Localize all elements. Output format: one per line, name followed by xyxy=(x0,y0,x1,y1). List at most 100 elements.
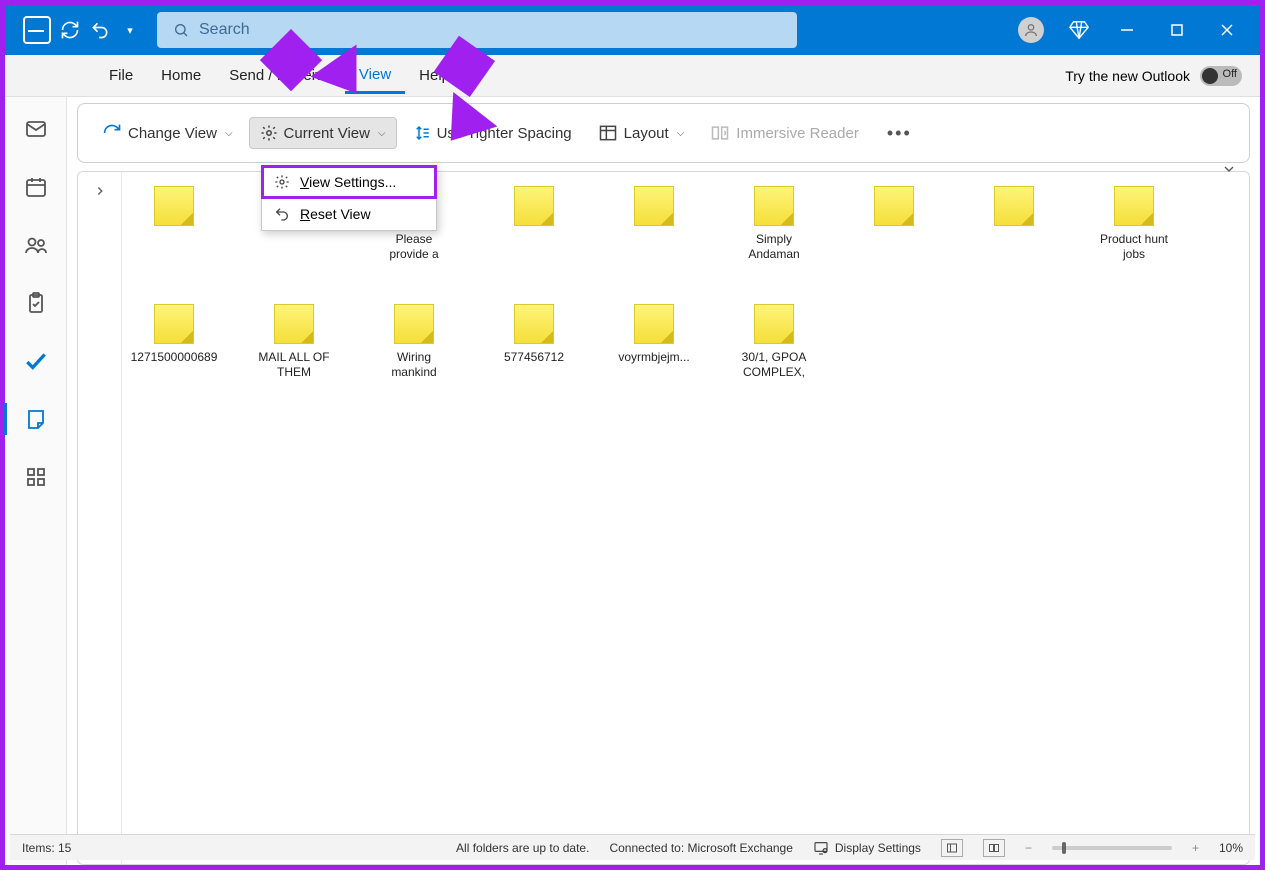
note-item[interactable] xyxy=(498,186,570,264)
note-label: 1271500000689 xyxy=(131,350,218,365)
note-label: voyrmbjejm... xyxy=(618,350,689,365)
qat-dropdown-icon[interactable]: ▾ xyxy=(119,19,141,41)
titlebar-left: ▾ xyxy=(5,16,141,44)
reading-view-button[interactable] xyxy=(983,839,1005,857)
note-item[interactable]: 30/1, GPOA COMPLEX, xyxy=(738,304,810,380)
sticky-note-icon xyxy=(754,304,794,344)
search-input[interactable]: Search xyxy=(157,12,797,48)
sticky-note-icon xyxy=(994,186,1034,226)
sticky-note-icon xyxy=(634,186,674,226)
mail-icon[interactable] xyxy=(22,115,50,143)
titlebar-right xyxy=(1018,17,1260,43)
main-panel: Change View ⌵ Current View ⌵ Use Tighter… xyxy=(67,97,1260,865)
display-settings-button[interactable]: Display Settings xyxy=(813,840,921,856)
note-item[interactable]: 577456712 xyxy=(498,304,570,380)
note-item[interactable]: MAIL ALL OF THEM xyxy=(258,304,330,380)
note-label: 30/1, GPOA COMPLEX, xyxy=(738,350,810,380)
try-new-outlook-toggle[interactable]: Off xyxy=(1200,66,1242,86)
sticky-note-icon xyxy=(274,304,314,344)
chevron-down-icon: ⌵ xyxy=(378,128,386,139)
sticky-note-icon xyxy=(154,186,194,226)
title-bar: ▾ Search xyxy=(5,5,1260,55)
toggle-off-label: Off xyxy=(1223,68,1237,80)
todo-check-icon[interactable] xyxy=(22,347,50,375)
content-area: Please provide a response in a Simply And… xyxy=(77,171,1250,865)
note-item[interactable]: Simply Andaman xyxy=(738,186,810,264)
sticky-note-icon xyxy=(394,304,434,344)
tasks-clipboard-icon[interactable] xyxy=(22,289,50,317)
reset-view-label: Reset View xyxy=(300,206,371,222)
zoom-slider[interactable] xyxy=(1052,846,1172,850)
diamond-icon[interactable] xyxy=(1068,19,1090,41)
current-view-label: Current View xyxy=(284,125,370,142)
view-ribbon: Change View ⌵ Current View ⌵ Use Tighter… xyxy=(77,103,1250,163)
folder-pane-collapsed xyxy=(78,172,122,864)
view-settings-label: View Settings... xyxy=(300,174,396,190)
sync-icon[interactable] xyxy=(59,19,81,41)
note-label: Please provide a response in a xyxy=(378,232,450,264)
calendar-icon[interactable] xyxy=(22,173,50,201)
normal-view-button[interactable] xyxy=(941,839,963,857)
sticky-note-icon xyxy=(874,186,914,226)
note-item[interactable]: 1271500000689 xyxy=(138,304,210,380)
maximize-button[interactable] xyxy=(1164,17,1190,43)
sticky-note-icon xyxy=(514,304,554,344)
status-connected: Connected to: Microsoft Exchange xyxy=(609,841,792,855)
more-commands-button[interactable]: ••• xyxy=(877,117,922,150)
note-item[interactable]: Product hunt jobs xyxy=(1098,186,1170,264)
note-item[interactable] xyxy=(978,186,1050,264)
tab-home[interactable]: Home xyxy=(147,59,215,92)
tab-file[interactable]: File xyxy=(95,59,147,92)
zoom-in-button[interactable]: + xyxy=(1192,841,1199,855)
ribbon-tabs: File Home Send / Receive View Help Try t… xyxy=(5,55,1260,97)
ribbon-expand-button[interactable] xyxy=(1221,161,1237,182)
chevron-down-icon: ⌵ xyxy=(225,128,233,139)
try-new-outlook-label: Try the new Outlook xyxy=(1065,68,1190,84)
change-view-button[interactable]: Change View ⌵ xyxy=(92,117,243,149)
search-placeholder: Search xyxy=(199,21,250,39)
minimize-button[interactable] xyxy=(1114,17,1140,43)
note-label: Wiring mankind xyxy=(378,350,450,380)
undo-icon[interactable] xyxy=(89,19,111,41)
current-view-button[interactable]: Current View ⌵ xyxy=(249,117,397,149)
left-nav xyxy=(5,97,67,865)
try-new-outlook: Try the new Outlook Off xyxy=(1065,66,1242,86)
user-avatar-icon[interactable] xyxy=(1018,17,1044,43)
reset-view-menuitem[interactable]: Reset View xyxy=(262,198,436,230)
chevron-down-icon: ⌵ xyxy=(677,128,685,139)
note-label: 577456712 xyxy=(504,350,564,365)
close-button[interactable] xyxy=(1214,17,1240,43)
zoom-percent: 10% xyxy=(1219,841,1243,855)
sticky-note-icon xyxy=(154,304,194,344)
outlook-app-icon xyxy=(23,16,51,44)
note-item[interactable] xyxy=(618,186,690,264)
sticky-note-icon xyxy=(634,304,674,344)
layout-button[interactable]: Layout ⌵ xyxy=(588,117,695,149)
people-icon[interactable] xyxy=(22,231,50,259)
current-view-dropdown: View Settings... Reset View xyxy=(261,165,437,231)
note-item[interactable] xyxy=(858,186,930,264)
notes-icon-view: Please provide a response in a Simply And… xyxy=(122,172,1249,864)
change-view-label: Change View xyxy=(128,125,217,142)
sticky-note-icon xyxy=(514,186,554,226)
note-item[interactable]: voyrmbjejm... xyxy=(618,304,690,380)
immersive-reader-button: Immersive Reader xyxy=(700,117,869,149)
layout-label: Layout xyxy=(624,125,669,142)
note-label: MAIL ALL OF THEM xyxy=(258,350,330,380)
notes-icon[interactable] xyxy=(22,405,50,433)
status-items: Items: 15 xyxy=(22,841,71,855)
note-item[interactable] xyxy=(138,186,210,264)
status-bar: Items: 15 All folders are up to date. Co… xyxy=(10,834,1255,860)
view-settings-menuitem[interactable]: View Settings... xyxy=(262,166,436,198)
sticky-note-icon xyxy=(754,186,794,226)
sticky-note-icon xyxy=(1114,186,1154,226)
status-folders: All folders are up to date. xyxy=(456,841,589,855)
note-label: Product hunt jobs xyxy=(1098,232,1170,262)
body-area: Change View ⌵ Current View ⌵ Use Tighter… xyxy=(5,97,1260,865)
note-item[interactable]: Wiring mankind xyxy=(378,304,450,380)
zoom-out-button[interactable]: − xyxy=(1025,841,1032,855)
immersive-reader-label: Immersive Reader xyxy=(736,125,859,142)
apps-grid-icon[interactable] xyxy=(22,463,50,491)
expand-folder-pane-icon[interactable] xyxy=(93,184,107,864)
display-settings-label: Display Settings xyxy=(835,841,921,855)
